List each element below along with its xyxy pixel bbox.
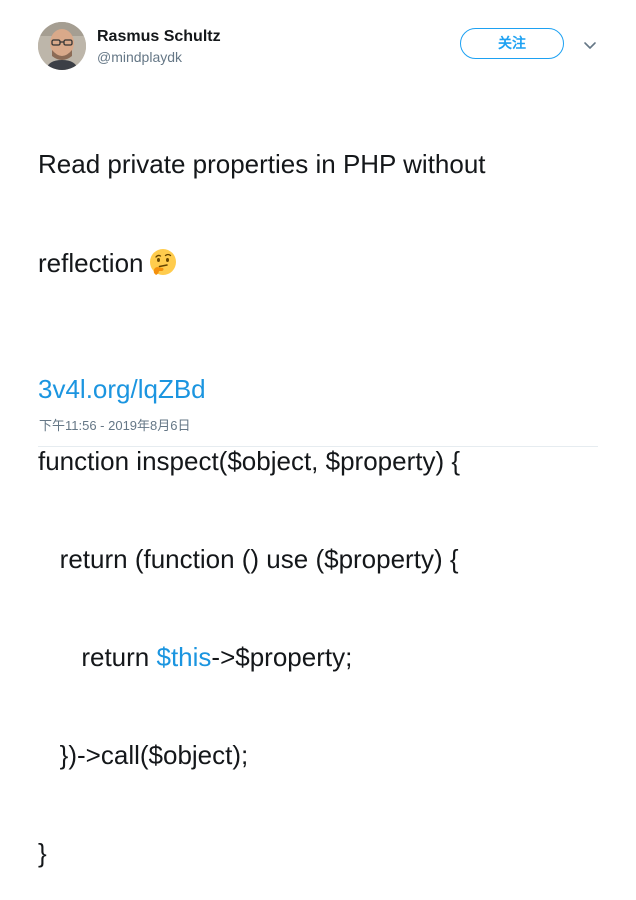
code-line-2: return (function () use ($property) {: [38, 543, 618, 575]
follow-button[interactable]: 关注: [460, 28, 564, 59]
code-line-3: return $this->$property;: [38, 641, 618, 673]
tweet-text-line: Read private properties in PHP without: [38, 149, 486, 179]
code-line-5: }: [38, 838, 47, 868]
avatar[interactable]: [38, 22, 86, 70]
tweet-text-fragment: reflection: [38, 248, 144, 278]
tweet-text-line: reflection: [38, 247, 618, 280]
tweet-text: Read private properties in PHP without r…: [38, 82, 618, 900]
code-line-3-rest: ->$property;: [211, 642, 353, 672]
code-line-2-text: return (function () use ($property) {: [59, 544, 459, 574]
thinking-face-icon: [148, 247, 178, 285]
tweet-card: Rasmus Schultz @mindplaydk 关注 Read priva…: [0, 0, 636, 868]
chevron-down-icon[interactable]: [580, 36, 600, 56]
tweet-timestamp[interactable]: 下午11:56 - 2019年8月6日: [39, 418, 191, 434]
divider: [38, 446, 598, 447]
code-this-link[interactable]: $this: [157, 642, 212, 672]
code-line-4: })->call($object);: [38, 739, 618, 771]
code-line-4-text: })->call($object);: [59, 740, 249, 770]
code-keyword-return: return: [81, 642, 157, 672]
author-name[interactable]: Rasmus Schultz: [97, 27, 221, 47]
tweet-link[interactable]: 3v4l.org/lqZBd: [38, 373, 206, 405]
author-handle[interactable]: @mindplaydk: [97, 48, 182, 66]
